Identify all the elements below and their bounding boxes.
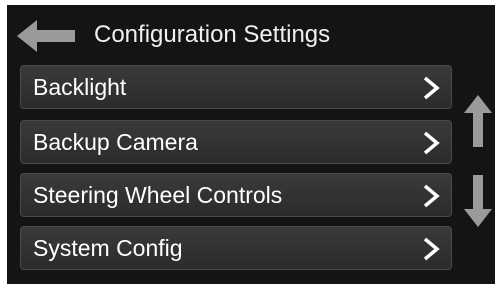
menu-item-label: Backup Camera	[33, 129, 198, 155]
menu-item-label: Backlight	[33, 74, 127, 100]
header-bar: Configuration Settings	[7, 5, 495, 63]
arrow-up-icon	[464, 95, 492, 147]
menu-item-backlight[interactable]: Backlight	[20, 65, 452, 109]
scroll-up-button[interactable]	[463, 95, 493, 147]
menu-item-system-config[interactable]: System Config	[20, 226, 452, 270]
chevron-right-icon	[423, 237, 440, 261]
menu-item-backup-camera[interactable]: Backup Camera	[20, 120, 452, 164]
chevron-right-icon	[423, 76, 440, 100]
back-button[interactable]	[17, 19, 77, 53]
menu-item-label: Steering Wheel Controls	[33, 182, 283, 208]
page-title: Configuration Settings	[94, 21, 331, 48]
config-screen: Configuration Settings Backlight Backup …	[7, 5, 495, 284]
chevron-right-icon	[423, 131, 440, 155]
arrow-left-icon	[17, 20, 75, 52]
scroll-down-button[interactable]	[463, 175, 493, 227]
menu-item-steering-wheel-controls[interactable]: Steering Wheel Controls	[20, 173, 452, 217]
menu-item-label: System Config	[33, 235, 183, 261]
arrow-down-icon	[464, 175, 492, 227]
chevron-right-icon	[423, 184, 440, 208]
